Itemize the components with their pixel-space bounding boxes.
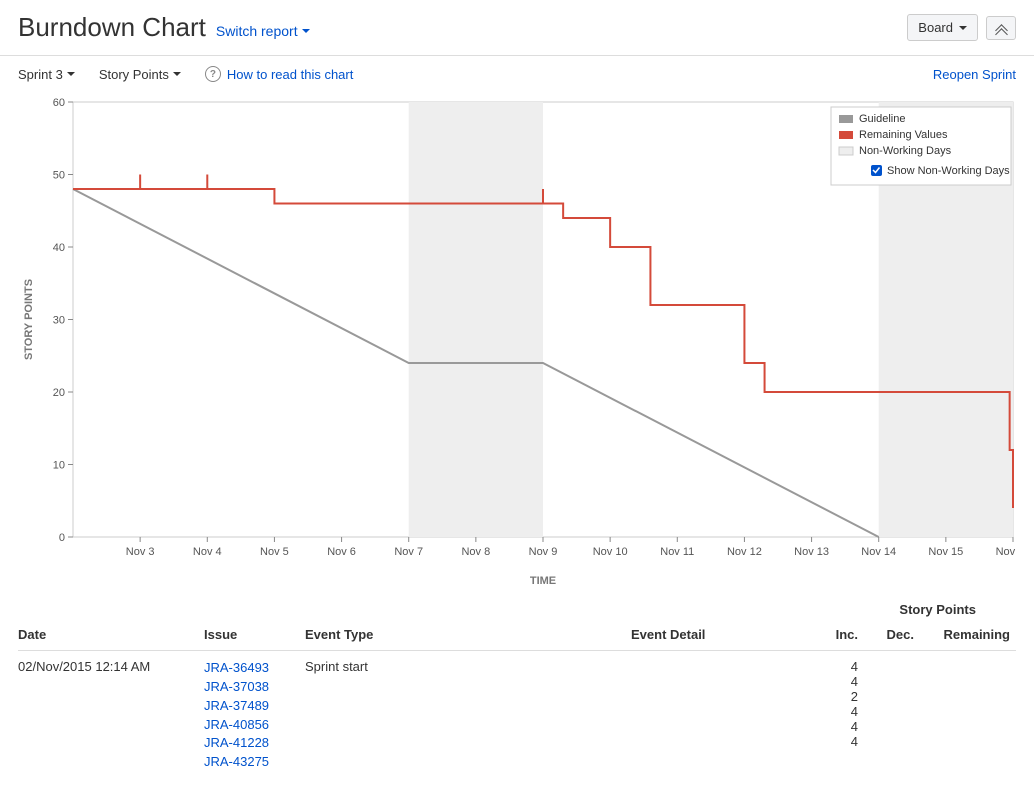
switch-report-link[interactable]: Switch report: [216, 23, 310, 39]
how-to-read-link[interactable]: ? How to read this chart: [205, 66, 353, 82]
issue-link[interactable]: JRA-37038: [204, 678, 299, 697]
svg-text:Nov 9: Nov 9: [529, 546, 558, 558]
svg-text:Nov 13: Nov 13: [794, 546, 829, 558]
help-icon: ?: [205, 66, 221, 82]
issue-link[interactable]: JRA-36493: [204, 659, 299, 678]
metric-selector[interactable]: Story Points: [99, 67, 181, 82]
svg-text:Nov 15: Nov 15: [928, 546, 963, 558]
svg-text:Show Non-Working Days: Show Non-Working Days: [887, 165, 1010, 177]
col-inc: Inc.: [808, 619, 864, 651]
col-event-type: Event Type: [305, 619, 631, 651]
col-remaining: Remaining: [920, 619, 1016, 651]
page-title: Burndown Chart: [18, 12, 206, 43]
metric-selector-label: Story Points: [99, 67, 169, 82]
svg-text:Nov 4: Nov 4: [193, 546, 222, 558]
event-table: Date Issue Event Type Event Detail Inc. …: [18, 619, 1016, 780]
story-points-group-header: Story Points: [18, 602, 1016, 617]
col-issue: Issue: [204, 619, 305, 651]
svg-text:50: 50: [53, 170, 65, 182]
board-button-label: Board: [918, 20, 953, 35]
svg-text:Nov 11: Nov 11: [660, 546, 694, 558]
issue-link[interactable]: JRA-40856: [204, 716, 299, 735]
collapse-button[interactable]: [986, 16, 1016, 40]
svg-text:Nov 14: Nov 14: [861, 546, 896, 558]
svg-text:TIME: TIME: [530, 575, 556, 587]
svg-text:Remaining Values: Remaining Values: [859, 129, 948, 141]
svg-text:Nov 5: Nov 5: [260, 546, 289, 558]
reopen-sprint-link[interactable]: Reopen Sprint: [933, 67, 1016, 82]
svg-text:Nov 6: Nov 6: [327, 546, 356, 558]
svg-text:Nov 7: Nov 7: [394, 546, 423, 558]
svg-text:Nov 10: Nov 10: [593, 546, 628, 558]
svg-text:60: 60: [53, 97, 65, 109]
chevron-down-icon: [67, 72, 75, 76]
svg-text:40: 40: [53, 242, 65, 254]
col-dec: Dec.: [864, 619, 920, 651]
chevron-down-icon: [302, 29, 310, 33]
col-date: Date: [18, 619, 204, 651]
sprint-selector[interactable]: Sprint 3: [18, 67, 75, 82]
svg-text:Nov 3: Nov 3: [126, 546, 155, 558]
svg-text:30: 30: [53, 315, 65, 327]
table-row: 02/Nov/2015 12:14 AMJRA-36493JRA-37038JR…: [18, 651, 1016, 781]
board-button[interactable]: Board: [907, 14, 978, 41]
svg-text:Nov 8: Nov 8: [461, 546, 490, 558]
help-label: How to read this chart: [227, 67, 353, 82]
chevron-down-icon: [173, 72, 181, 76]
issue-link[interactable]: JRA-43275: [204, 753, 299, 772]
svg-text:STORY POINTS: STORY POINTS: [23, 279, 35, 360]
svg-text:10: 10: [53, 460, 65, 472]
burndown-chart: 0 10 20 30 40 50 60 Nov 3 Nov 4 Nov 5 Nov 6 Nov 7 No…: [18, 92, 1016, 592]
svg-text:Non-Working Days: Non-Working Days: [859, 145, 952, 157]
svg-text:20: 20: [53, 387, 65, 399]
svg-text:0: 0: [59, 532, 65, 544]
issue-link[interactable]: JRA-37489: [204, 697, 299, 716]
double-chevron-up-icon: [995, 22, 1007, 34]
issue-link[interactable]: JRA-41228: [204, 734, 299, 753]
chevron-down-icon: [959, 26, 967, 30]
col-event-detail: Event Detail: [631, 619, 808, 651]
switch-report-label: Switch report: [216, 23, 298, 39]
svg-text:Nov 12: Nov 12: [727, 546, 762, 558]
sprint-selector-label: Sprint 3: [18, 67, 63, 82]
svg-text:Nov 16: Nov 16: [996, 546, 1016, 558]
svg-text:Guideline: Guideline: [859, 113, 905, 125]
